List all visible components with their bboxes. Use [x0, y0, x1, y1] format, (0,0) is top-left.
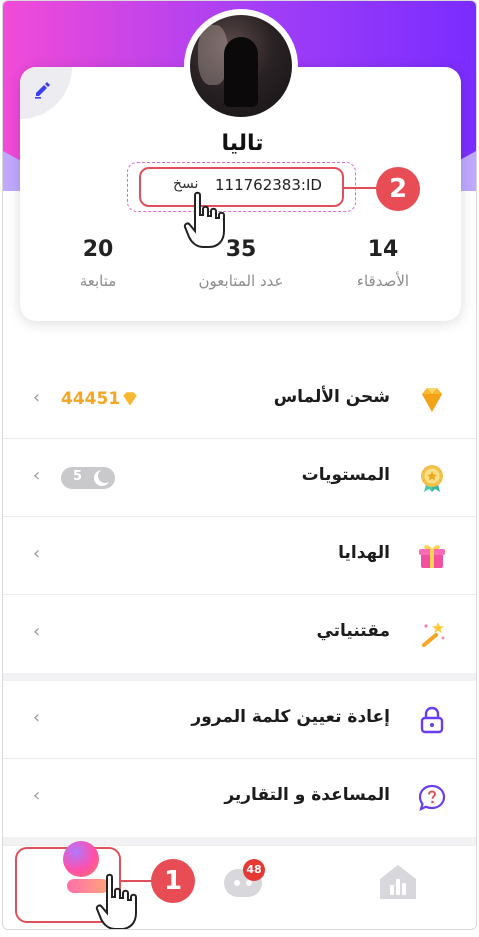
- stat-followers-value: 35: [225, 237, 257, 262]
- section-divider: [3, 673, 476, 681]
- menu-item-reset-password[interactable]: إعادة تعيين كلمة المرور ‹: [3, 681, 476, 759]
- stat-following-label: متابعة: [79, 272, 117, 290]
- menu-item-gifts[interactable]: الهدايا ‹: [3, 517, 476, 595]
- medal-icon: [421, 465, 443, 492]
- gift-icon: [419, 545, 445, 568]
- menu-label-gifts: الهدايا: [338, 543, 390, 563]
- stat-following-value: 20: [82, 237, 114, 262]
- level-value: 5: [73, 469, 83, 484]
- messages-badge: 48: [243, 859, 265, 881]
- stat-friends-label: الأصدقاء: [356, 272, 410, 290]
- lock-icon: [420, 706, 444, 734]
- diamond-icon: [422, 388, 442, 412]
- menu-item-help[interactable]: المساعدة و التقارير ‹: [3, 759, 476, 837]
- diamond-balance: 44451: [61, 389, 121, 409]
- chevron-left-icon: ‹: [33, 465, 41, 486]
- moon-icon: [94, 469, 112, 486]
- copy-id-button[interactable]: نسخ: [173, 176, 198, 192]
- stat-friends[interactable]: 14 الأصدقاء: [313, 237, 453, 290]
- app-screen: تاليا 111762383:ID نسخ 2 20 متابعة 35 عد…: [2, 0, 477, 930]
- menu-label-levels: المستويات: [301, 465, 390, 485]
- chevron-left-icon: ‹: [33, 621, 41, 642]
- home-chart-icon[interactable]: [378, 863, 418, 901]
- level-badge: 5: [61, 467, 115, 489]
- stat-following[interactable]: 20 متابعة: [28, 237, 168, 290]
- chevron-left-icon: ‹: [33, 543, 41, 564]
- stat-followers-label: عدد المتابعون: [198, 272, 284, 290]
- step-1-badge: 1: [151, 859, 195, 903]
- pencil-icon: [35, 82, 50, 99]
- annotation-connector-2: [343, 187, 377, 189]
- chevron-left-icon: ‹: [33, 387, 41, 408]
- menu-label-help: المساعدة و التقارير: [224, 785, 390, 805]
- magic-wand-icon: [421, 622, 445, 648]
- chevron-left-icon: ‹: [33, 785, 41, 806]
- menu-label-reset-password: إعادة تعيين كلمة المرور: [191, 707, 390, 727]
- menu-label-belongings: مقتنياتي: [316, 621, 390, 641]
- annotation-connector-1: [120, 880, 152, 882]
- user-id: 111762383:ID: [215, 176, 322, 194]
- menu-item-belongings[interactable]: مقتنياتي ‹: [3, 595, 476, 673]
- edit-profile-button[interactable]: [20, 67, 72, 119]
- step-2-badge: 2: [376, 167, 420, 211]
- chevron-left-icon: ‹: [33, 707, 41, 728]
- question-bubble-icon: [418, 784, 446, 811]
- avatar[interactable]: [190, 15, 292, 117]
- menu-label-diamonds: شحن الألماس: [273, 387, 390, 407]
- user-name: تاليا: [221, 131, 264, 156]
- stat-friends-value: 14: [367, 237, 399, 262]
- stat-followers[interactable]: 35 عدد المتابعون: [171, 237, 311, 290]
- me-tab-icon: [63, 841, 99, 877]
- diamond-small-icon: [123, 392, 137, 406]
